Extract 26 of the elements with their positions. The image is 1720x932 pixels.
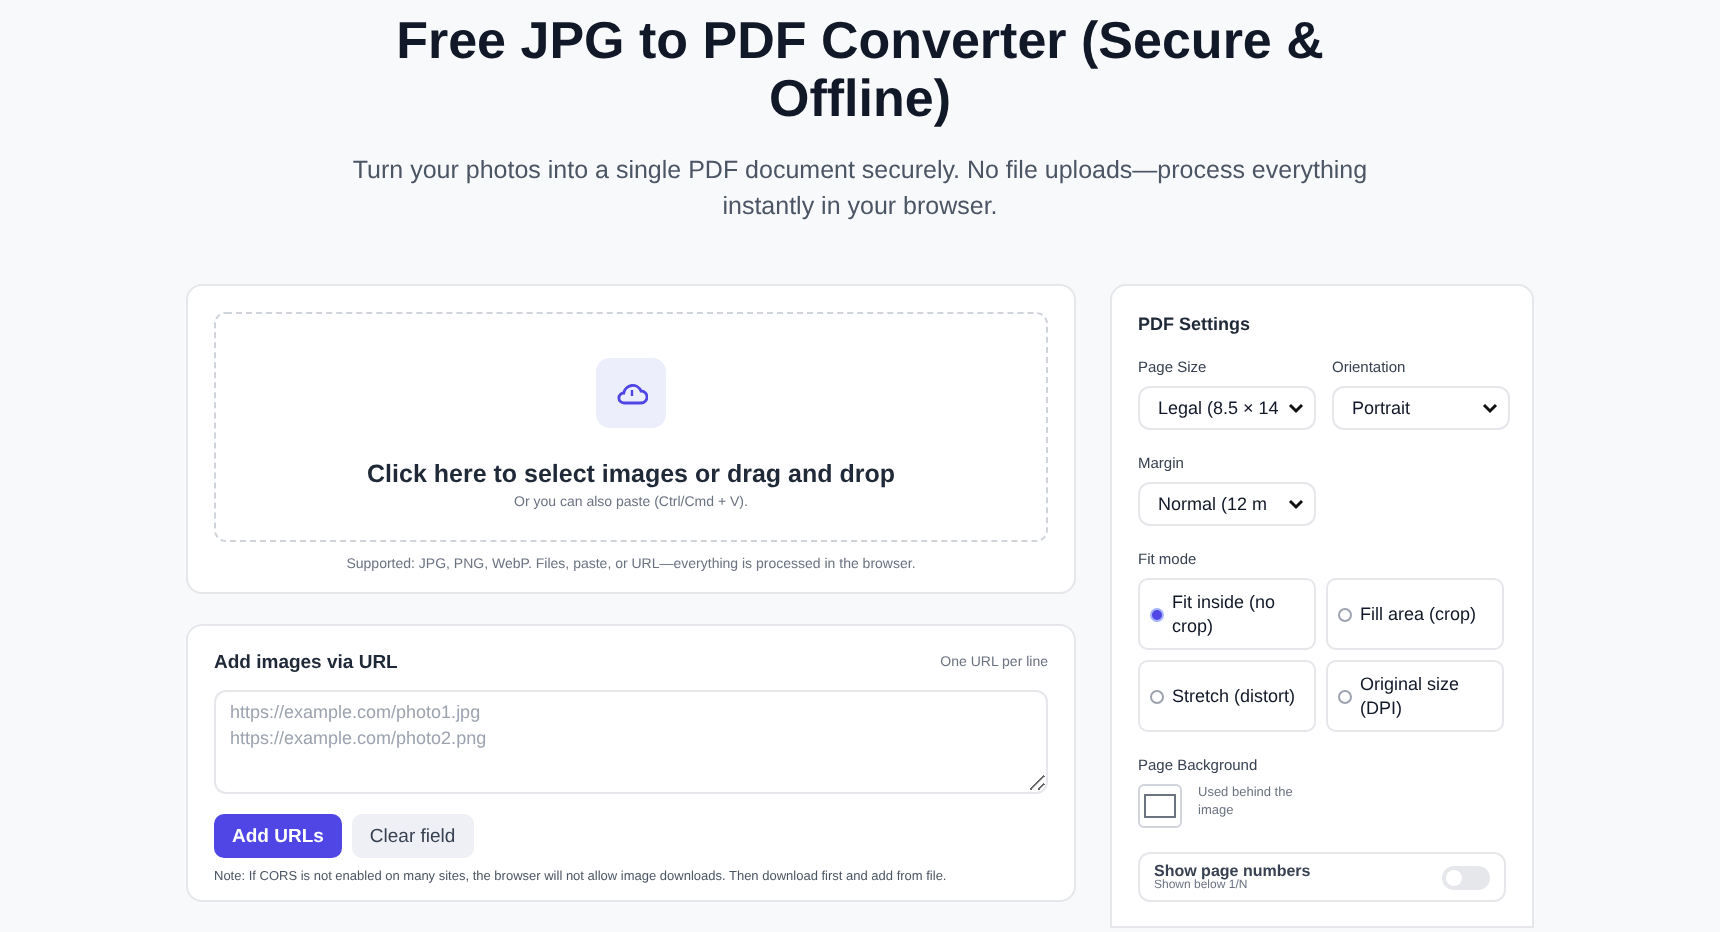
chevron-icon: [1288, 402, 1304, 414]
select-field[interactable]: Legal (8.5 × 14: [1138, 386, 1316, 430]
add-urls-button[interactable]: Add URLs: [214, 814, 342, 858]
radio-button[interactable]: [1150, 607, 1164, 621]
select-field[interactable]: Normal (12 m: [1138, 482, 1316, 526]
fit-option[interactable]: Stretch (distort): [1138, 660, 1316, 732]
toggle-switch[interactable]: [1442, 865, 1490, 889]
page-numbers-title: Show page numbers: [1154, 862, 1311, 880]
url-input-field[interactable]: https://example.com/photo1.jpg https://example.com/photo2.png: [214, 690, 1048, 794]
radio-button[interactable]: [1338, 689, 1352, 703]
settings-title: PDF Settings: [1138, 314, 1253, 334]
url-card-title: Add images via URL: [214, 652, 398, 674]
fit-option[interactable]: Fill area (crop): [1326, 578, 1504, 650]
color-swatch[interactable]: [1138, 784, 1182, 828]
fit-option[interactable]: Original size (DPI): [1326, 660, 1504, 732]
chevron-icon: [1482, 402, 1498, 414]
page-title: Free JPG to PDF Converter (Secure & Offline): [394, 12, 1326, 128]
cloud-icon: [615, 381, 647, 405]
chevron-icon: [1288, 498, 1304, 510]
page-subtitle: Turn your photos into a single PDF document securely. No file uploads—process everything instantly in your browser.: [350, 154, 1370, 224]
radio-button[interactable]: [1338, 607, 1352, 621]
radio-button[interactable]: [1150, 689, 1164, 703]
select-field[interactable]: Portrait: [1332, 386, 1510, 430]
drop-heading: Click here to select images or drag and drop: [367, 460, 895, 488]
clear-field-button[interactable]: Clear field: [351, 814, 474, 858]
fit-option[interactable]: Fit inside (no crop): [1138, 578, 1316, 650]
